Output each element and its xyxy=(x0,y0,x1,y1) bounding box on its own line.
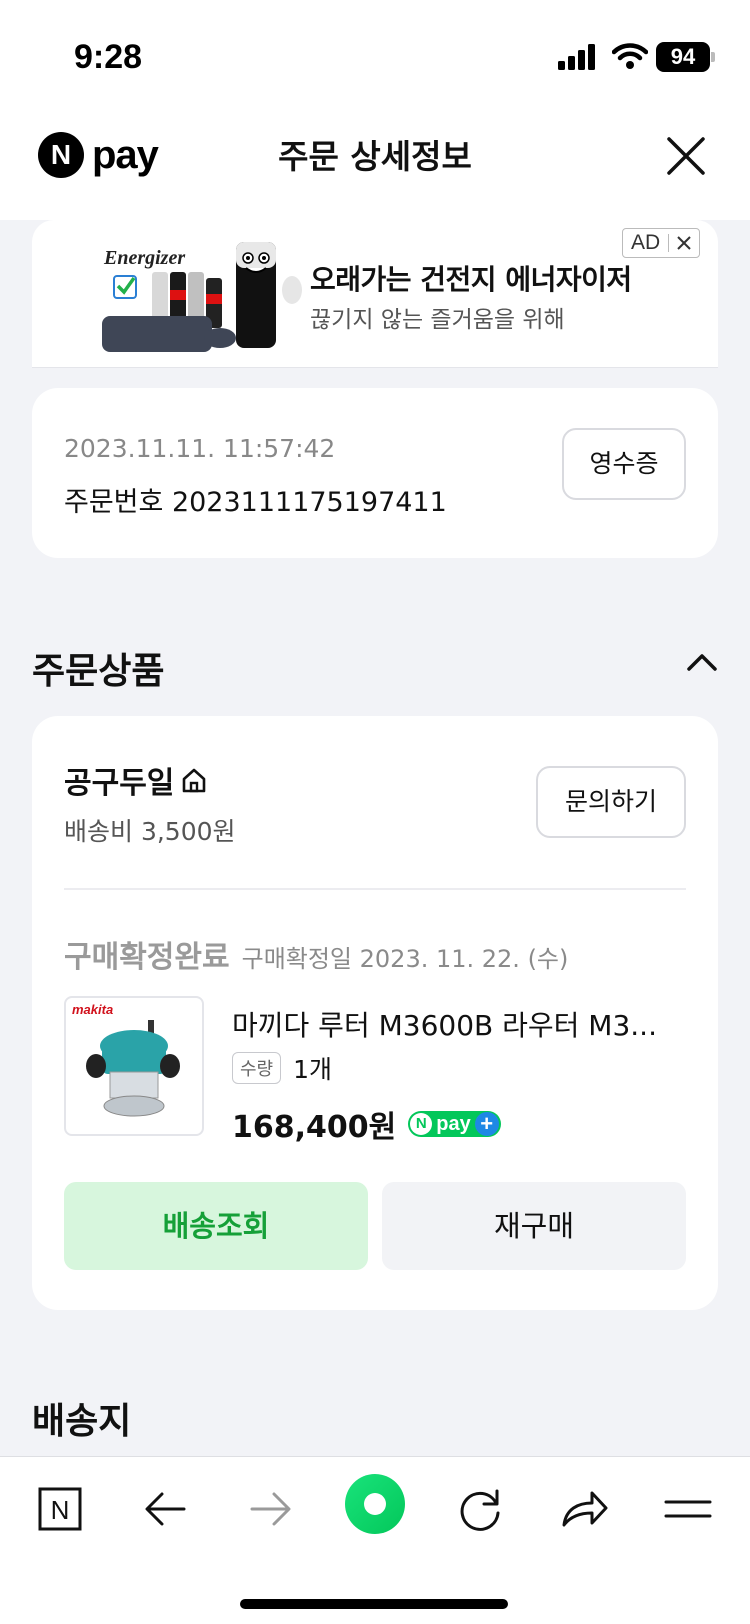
battery-indicator: 94 xyxy=(656,42,710,72)
order-number: 주문번호 2023111175197411 xyxy=(64,487,447,518)
shipping-fee: 배송비 3,500원 xyxy=(64,817,236,846)
ad-badge-separator xyxy=(668,234,670,252)
rebuy-button[interactable]: 재구매 xyxy=(382,1182,686,1270)
ad-product-image: Energizer xyxy=(102,242,302,352)
close-icon[interactable] xyxy=(664,134,708,178)
share-icon[interactable] xyxy=(554,1479,614,1539)
chevron-up-icon[interactable] xyxy=(686,652,718,672)
page-title: 주문 상세정보 xyxy=(278,137,472,176)
ad-label: AD xyxy=(631,231,661,254)
quantity-row: 수량 1개 xyxy=(232,1050,332,1086)
ad-subtitle: 끊기지 않는 즐거움을 위해 xyxy=(310,307,565,333)
divider xyxy=(64,888,686,890)
ad-brand-logo: Energizer xyxy=(103,247,185,269)
app-header: N pay 주문 상세정보 xyxy=(0,110,750,220)
refresh-icon[interactable] xyxy=(450,1479,510,1539)
ad-title: 오래가는 건전지 에너자이저 xyxy=(310,263,632,296)
quantity-label: 수량 xyxy=(232,1052,282,1084)
seller[interactable]: 공구두일 xyxy=(64,758,208,802)
seller-name: 공구두일 xyxy=(64,766,175,801)
home-indicator xyxy=(240,1599,508,1609)
npay-badge-mark: N xyxy=(410,1113,433,1135)
status-bar: 9:28 94 xyxy=(0,0,750,110)
price-row: 168,400원 N pay + xyxy=(232,1102,501,1146)
menu-icon[interactable] xyxy=(658,1479,718,1539)
ordered-products-heading: 주문상품 xyxy=(32,651,165,692)
naver-home-button[interactable]: N xyxy=(30,1479,90,1539)
status-time: 9:28 xyxy=(74,38,143,76)
inquiry-button[interactable]: 문의하기 xyxy=(536,766,686,838)
store-home-icon xyxy=(183,768,206,793)
product-card: 공구두일 배송비 3,500원 문의하기 구매확정완료 구매확정일 2023. … xyxy=(32,716,718,1310)
purchase-status-row: 구매확정완료 구매확정일 2023. 11. 22. (수) xyxy=(64,932,568,976)
green-dot-icon xyxy=(345,1474,405,1534)
quantity-value: 1개 xyxy=(293,1055,333,1084)
battery-cap xyxy=(711,52,715,62)
forward-arrow-icon[interactable] xyxy=(240,1479,300,1539)
green-dot-button[interactable] xyxy=(344,1473,406,1535)
purchase-confirm-date: 구매확정일 2023. 11. 22. (수) xyxy=(241,945,569,973)
bottom-navigation-bar: N xyxy=(0,1456,750,1624)
naver-home-letter: N xyxy=(51,1495,70,1525)
order-info-card: 2023.11.11. 11:57:42 주문번호 20231111751974… xyxy=(32,388,718,558)
naver-home-icon: N xyxy=(38,1487,82,1531)
receipt-button[interactable]: 영수증 xyxy=(562,428,686,500)
ad-close-icon[interactable] xyxy=(677,236,691,250)
product-price: 168,400원 xyxy=(232,1110,397,1145)
npay-plus-badge: N pay + xyxy=(408,1111,501,1137)
product-thumbnail[interactable]: makita xyxy=(64,996,204,1136)
makita-logo: makita xyxy=(72,1002,113,1017)
delivery-address-heading: 배송지 xyxy=(32,1401,132,1442)
ad-badge[interactable]: AD xyxy=(622,228,701,258)
back-arrow-icon[interactable] xyxy=(136,1479,196,1539)
ad-banner[interactable]: Energizer 오래가는 건전지 에너자이저 끊기지 않는 즐거움을 위해 … xyxy=(32,220,718,368)
cellular-signal-icon xyxy=(558,44,595,70)
track-delivery-button[interactable]: 배송조회 xyxy=(64,1182,368,1270)
plus-icon: + xyxy=(474,1112,499,1136)
wifi-icon xyxy=(612,43,648,69)
product-name[interactable]: 마끼다 루터 M3600B 라우터 M3... xyxy=(232,1004,686,1044)
purchase-status: 구매확정완료 xyxy=(64,940,230,975)
order-date: 2023.11.11. 11:57:42 xyxy=(64,434,336,463)
router-product-image: makita xyxy=(72,1002,180,1117)
npay-badge-text: pay xyxy=(436,1112,471,1135)
